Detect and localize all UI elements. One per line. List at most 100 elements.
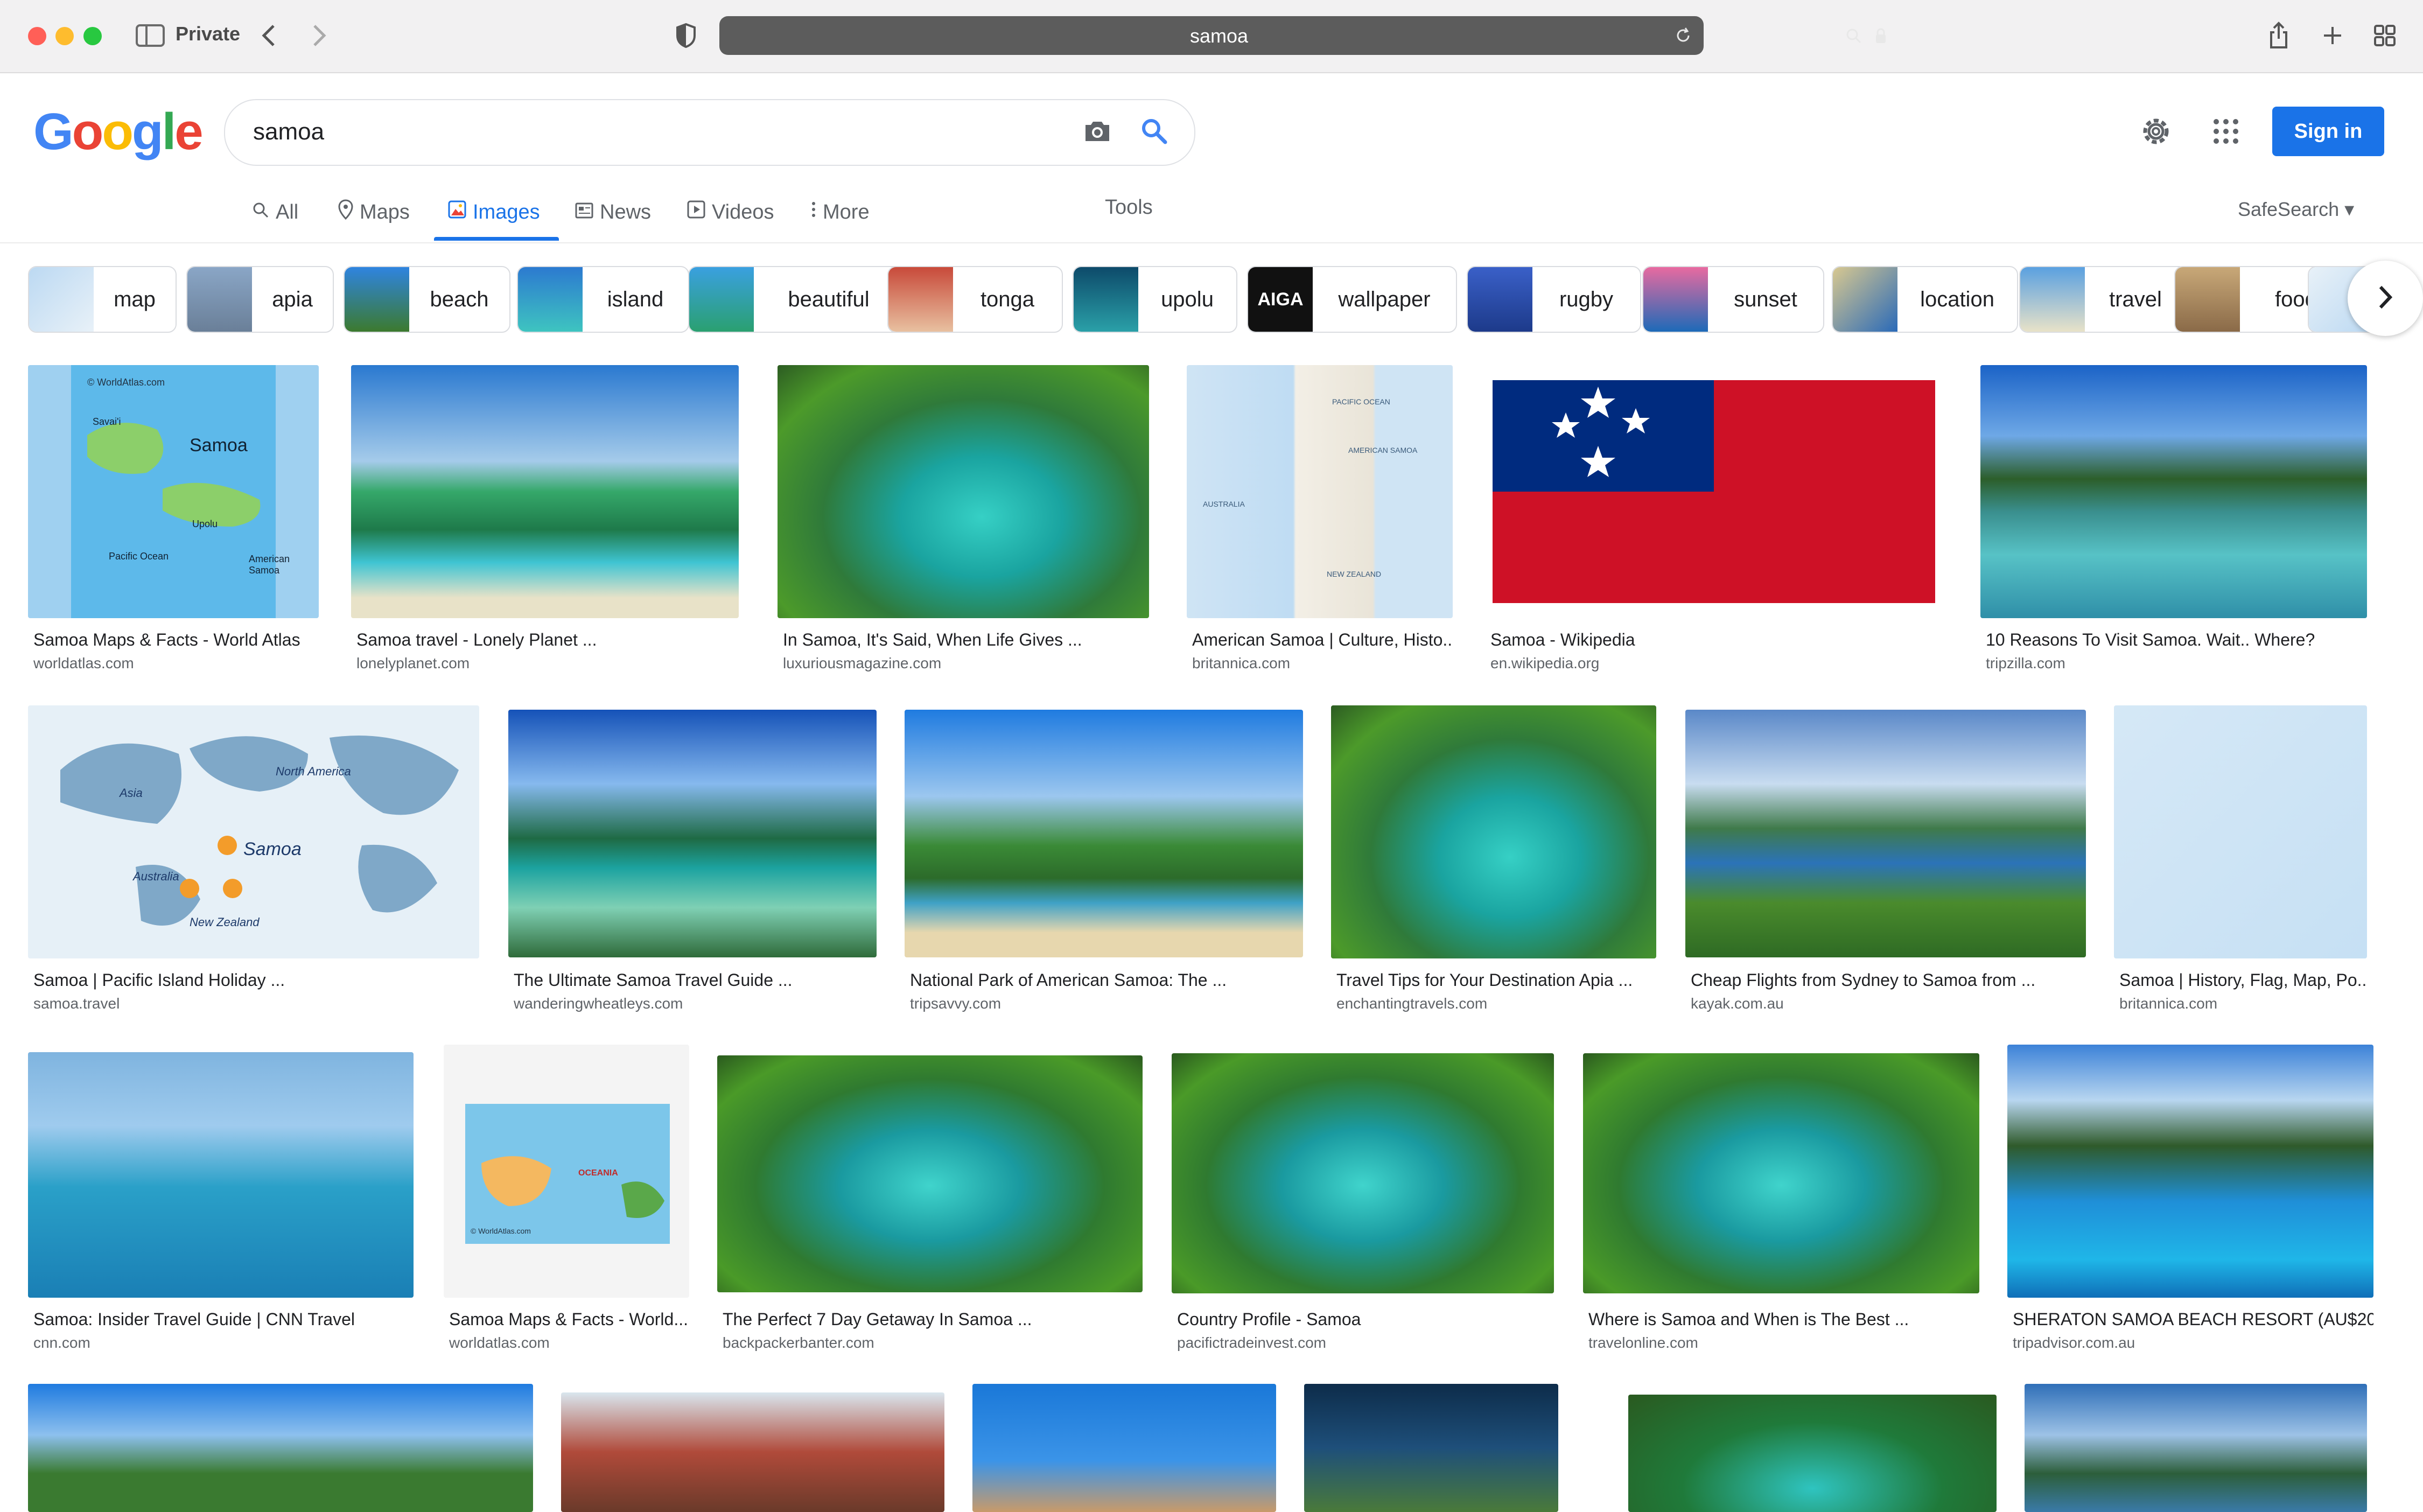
chip-map[interactable]: map xyxy=(28,266,177,333)
image-result[interactable]: Travel Tips for Your Destination Apia ..… xyxy=(1331,705,1656,1012)
image-result[interactable]: Samoa North America Asia Australia New Zeala… xyxy=(28,705,479,1012)
result-thumbnail[interactable]: Samoa © WorldAtlas.com Savai'i Upolu Pacific… xyxy=(28,365,319,618)
close-window-button[interactable] xyxy=(28,27,46,45)
chip-location[interactable]: location xyxy=(1832,266,2018,333)
apps-grid-icon[interactable] xyxy=(2213,118,2239,147)
minimize-window-button[interactable] xyxy=(55,27,74,45)
privacy-shield-icon[interactable] xyxy=(675,19,697,52)
result-thumbnail[interactable] xyxy=(561,1392,944,1512)
result-title[interactable]: In Samoa, It's Said, When Life Gives ... xyxy=(783,630,1149,650)
chip-sunset[interactable]: sunset xyxy=(1642,266,1824,333)
image-result[interactable]: Samoa | History, Flag, Map, Po... britann… xyxy=(2114,705,2367,1012)
image-result[interactable]: 10 Reasons To Visit Samoa. Wait.. Where?… xyxy=(1980,365,2367,671)
result-title[interactable]: Cheap Flights from Sydney to Samoa from … xyxy=(1691,970,2086,990)
chip-wallpaper[interactable]: AIGA wallpaper xyxy=(1247,266,1457,333)
result-thumbnail[interactable] xyxy=(905,710,1303,957)
result-title[interactable]: SHERATON SAMOA BEACH RESORT (AU$20... xyxy=(2013,1310,2373,1329)
search-icon[interactable] xyxy=(1138,115,1171,150)
chip-upolu[interactable]: upolu xyxy=(1073,266,1237,333)
result-thumbnail[interactable] xyxy=(1331,705,1656,958)
tab-all[interactable]: All xyxy=(252,196,298,228)
result-thumbnail[interactable] xyxy=(972,1384,1276,1512)
result-thumbnail[interactable] xyxy=(2025,1384,2367,1512)
result-title[interactable]: Country Profile - Samoa xyxy=(1177,1310,1554,1329)
result-title[interactable]: Samoa | History, Flag, Map, Po... xyxy=(2119,970,2367,990)
sidebar-toggle-icon[interactable] xyxy=(136,19,165,52)
result-title[interactable]: National Park of American Samoa: The ... xyxy=(910,970,1303,990)
result-title[interactable]: Samoa travel - Lonely Planet ... xyxy=(356,630,739,650)
search-box[interactable] xyxy=(224,99,1195,166)
result-thumbnail[interactable] xyxy=(1980,365,2367,618)
chip-beautiful[interactable]: beautiful xyxy=(688,266,905,333)
image-result[interactable]: Samoa: Insider Travel Guide | CNN Travel… xyxy=(28,1045,414,1351)
result-thumbnail[interactable]: PACIFIC OCEAN AMERICAN SAMOA AUSTRALIA NEW … xyxy=(1187,365,1453,618)
chip-tonga[interactable]: tonga xyxy=(887,266,1063,333)
google-logo[interactable]: Google xyxy=(33,102,204,162)
image-result[interactable]: PACIFIC OCEAN AMERICAN SAMOA AUSTRALIA NEW … xyxy=(1187,365,1453,671)
result-title[interactable]: Travel Tips for Your Destination Apia ..… xyxy=(1336,970,1656,990)
image-result[interactable]: Samoa travel - Lonely Planet ... lonelypl… xyxy=(351,365,739,671)
image-result[interactable]: In Samoa, It's Said, When Life Gives ...… xyxy=(778,365,1149,671)
result-title[interactable]: Samoa Maps & Facts - World Atlas xyxy=(33,630,319,650)
result-thumbnail[interactable]: OCEANIA © WorldAtlas.com xyxy=(444,1045,689,1298)
gear-icon[interactable] xyxy=(2140,115,2172,150)
image-result[interactable]: Where is Samoa and When is The Best ... t… xyxy=(1583,1045,1979,1351)
safesearch-dropdown[interactable]: SafeSearch ▾ xyxy=(2238,198,2354,221)
image-result[interactable]: OCEANIA © WorldAtlas.com Samoa Maps & Fact… xyxy=(444,1045,689,1351)
result-thumbnail[interactable] xyxy=(2007,1045,2373,1298)
result-thumbnail[interactable] xyxy=(1304,1384,1558,1512)
chip-beach[interactable]: beach xyxy=(344,266,510,333)
image-result[interactable]: The Ultimate Samoa Travel Guide ... wande… xyxy=(508,705,877,1012)
image-result[interactable]: The Perfect 7 Day Getaway In Samoa ... ba… xyxy=(717,1045,1143,1351)
zoom-window-button[interactable] xyxy=(83,27,102,45)
chip-island[interactable]: island xyxy=(517,266,689,333)
chip-apia[interactable]: apia xyxy=(186,266,334,333)
result-title[interactable]: American Samoa | Culture, Histo... xyxy=(1192,630,1453,650)
result-title[interactable]: Samoa - Wikipedia xyxy=(1490,630,1943,650)
result-title[interactable]: The Ultimate Samoa Travel Guide ... xyxy=(514,970,877,990)
chips-next-button[interactable] xyxy=(2348,261,2423,336)
image-result[interactable]: SHERATON SAMOA BEACH RESORT (AU$20... tri… xyxy=(2007,1045,2373,1351)
tools-button[interactable]: Tools xyxy=(1105,196,1153,219)
result-thumbnail[interactable] xyxy=(778,365,1149,618)
image-result[interactable]: Country Profile - Samoa pacifictradeinves… xyxy=(1172,1045,1554,1351)
chip-travel[interactable]: travel xyxy=(2019,266,2187,333)
new-tab-icon[interactable] xyxy=(2322,19,2343,52)
camera-icon[interactable] xyxy=(1081,115,1114,150)
result-thumbnail[interactable] xyxy=(1485,365,1943,618)
result-thumbnail[interactable] xyxy=(1583,1053,1979,1293)
result-thumbnail[interactable] xyxy=(717,1055,1143,1292)
image-result[interactable]: Cheap Flights from Sydney to Samoa from … xyxy=(1685,705,2086,1012)
result-title[interactable]: Samoa Maps & Facts - World... xyxy=(449,1310,689,1329)
image-result[interactable]: National Park of American Samoa: The ...… xyxy=(905,705,1303,1012)
tab-overview-icon[interactable] xyxy=(2373,19,2396,52)
result-title[interactable]: Where is Samoa and When is The Best ... xyxy=(1588,1310,1979,1329)
sign-in-button[interactable]: Sign in xyxy=(2272,107,2384,156)
result-thumbnail[interactable] xyxy=(1628,1395,1997,1512)
tab-images[interactable]: Images xyxy=(448,196,540,228)
result-thumbnail[interactable]: Samoa North America Asia Australia New Zeala… xyxy=(28,705,479,958)
result-thumbnail[interactable] xyxy=(2114,705,2367,958)
result-title[interactable]: The Perfect 7 Day Getaway In Samoa ... xyxy=(723,1310,1143,1329)
result-thumbnail[interactable] xyxy=(1685,710,2086,957)
tab-more[interactable]: More xyxy=(811,196,870,228)
share-icon[interactable] xyxy=(2268,19,2289,52)
chip-rugby[interactable]: rugby xyxy=(1467,266,1641,333)
result-title[interactable]: Samoa | Pacific Island Holiday ... xyxy=(33,970,479,990)
result-thumbnail[interactable] xyxy=(1172,1053,1554,1293)
result-thumbnail[interactable] xyxy=(351,365,739,618)
tab-news[interactable]: News xyxy=(575,196,651,228)
result-thumbnail[interactable] xyxy=(28,1052,414,1298)
tab-maps[interactable]: Maps xyxy=(338,196,410,228)
reload-icon[interactable] xyxy=(1673,26,1693,48)
back-arrow-icon[interactable] xyxy=(261,19,277,52)
search-input[interactable] xyxy=(252,114,1008,150)
image-result[interactable]: Samoa - Wikipedia en.wikipedia.org xyxy=(1485,365,1943,671)
address-bar[interactable]: samoa xyxy=(719,16,1886,55)
forward-arrow-icon[interactable] xyxy=(311,19,327,52)
result-title[interactable]: 10 Reasons To Visit Samoa. Wait.. Where? xyxy=(1986,630,2367,650)
tab-videos[interactable]: Videos xyxy=(687,196,774,228)
result-thumbnail[interactable] xyxy=(508,710,877,957)
image-result[interactable]: Samoa © WorldAtlas.com Savai'i Upolu Pacific… xyxy=(28,365,319,671)
result-title[interactable]: Samoa: Insider Travel Guide | CNN Travel xyxy=(33,1310,414,1329)
